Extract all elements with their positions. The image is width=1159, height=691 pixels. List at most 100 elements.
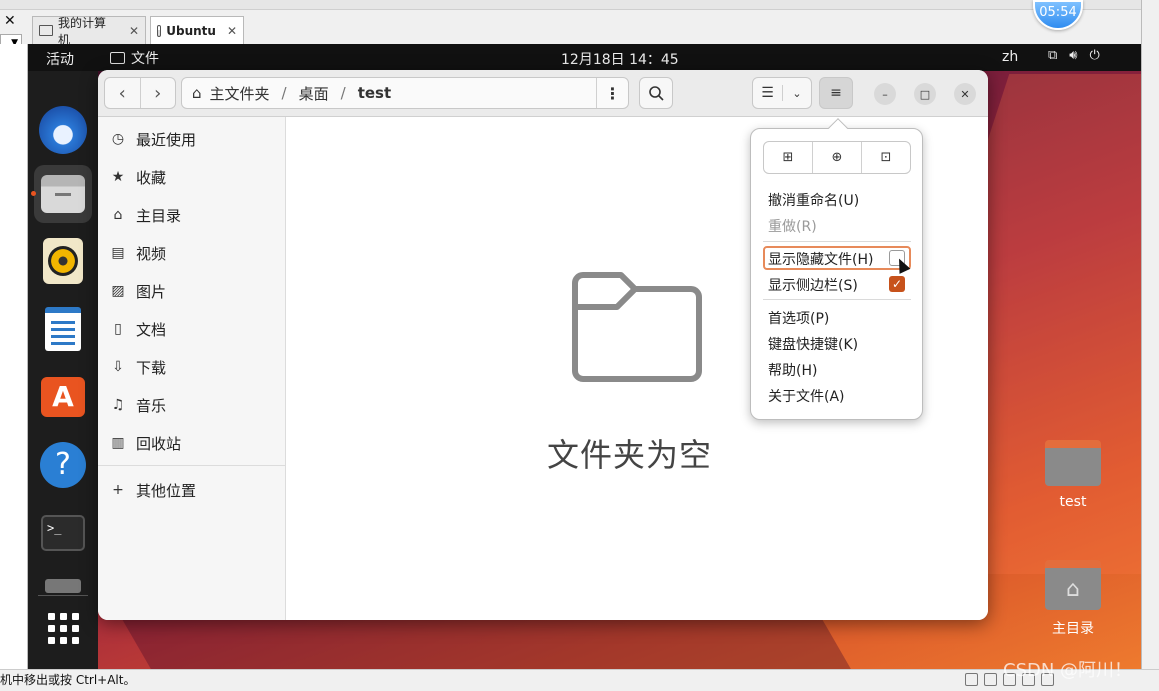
watermark: CSDN @阿川！ — [1003, 660, 1133, 681]
sidebar-item-label: 收藏 — [136, 168, 167, 187]
sidebar-item-label: 视频 — [136, 244, 167, 263]
dock-help[interactable]: ? — [34, 436, 92, 494]
path-bar[interactable]: ⌂ 主文件夹 / 桌面 / test ⋮ — [181, 77, 629, 109]
new-window-button[interactable]: ⊞ — [764, 142, 813, 173]
path-menu-button[interactable]: ⋮ — [596, 78, 628, 108]
host-close-button[interactable]: ✕ — [4, 13, 16, 29]
sidebar-item-documents[interactable]: ▯ 文档 — [110, 317, 166, 341]
menu-about[interactable]: 关于文件(A) — [768, 386, 845, 406]
menu-divider — [763, 241, 911, 242]
minimize-button[interactable]: – — [874, 83, 896, 105]
close-button[interactable]: ✕ — [954, 83, 976, 105]
app-center-icon: A — [41, 377, 85, 417]
new-tab-button[interactable]: ⊕ — [813, 142, 862, 173]
new-tab-icon: ⊕ — [831, 150, 843, 165]
help-icon: ? — [40, 442, 86, 488]
close-icon: ✕ — [960, 87, 970, 101]
menu-redo: 重做(R) — [768, 219, 817, 235]
path-separator: / — [281, 84, 287, 102]
dock-app-center[interactable]: A — [34, 368, 92, 426]
tab-label: Ubuntu — [166, 23, 216, 38]
sidebar-item-home[interactable]: ⌂ 主目录 — [110, 203, 181, 227]
menu-help[interactable]: 帮助(H) — [768, 360, 817, 380]
view-toggle[interactable]: ☰ ⌄ — [752, 77, 812, 109]
app-menu[interactable]: 文件 — [110, 48, 159, 68]
path-segment-desktop[interactable]: 桌面 — [299, 83, 329, 104]
maximize-button[interactable]: □ — [914, 83, 936, 105]
path-segment-home[interactable]: 主文件夹 — [210, 83, 270, 104]
path-segment-current[interactable]: test — [358, 84, 391, 102]
sidebar-item-label: 其他位置 — [136, 481, 197, 500]
sidebar-item-trash[interactable]: ▥ 回收站 — [110, 431, 181, 455]
nav-buttons: ‹ › — [104, 77, 176, 109]
disk-icon — [965, 673, 978, 686]
image-icon: ▨ — [111, 283, 125, 299]
host-status-bar: 机中移出或按 Ctrl+Alt。 — [0, 669, 1159, 691]
writer-icon — [45, 307, 81, 351]
tab-close-icon[interactable]: ✕ — [227, 24, 237, 38]
cd-icon — [984, 673, 997, 686]
menu-divider — [763, 299, 911, 300]
dock-terminal[interactable]: >_ — [34, 504, 92, 562]
dock-writer[interactable] — [34, 300, 92, 358]
tab-my-computer[interactable]: 我的计算机 ✕ — [32, 16, 146, 47]
folder-icon — [1045, 440, 1101, 486]
home-icon: ⌂ — [113, 207, 123, 223]
show-sidebar-checkbox[interactable]: ✓ — [889, 276, 905, 292]
host-scrollbar[interactable] — [1141, 0, 1159, 669]
home-icon: ⌂ — [192, 84, 202, 102]
sidebar-item-label: 下载 — [136, 358, 167, 377]
clock[interactable]: 12月18日 14：45 — [561, 49, 679, 69]
menu-preferences[interactable]: 首选项(P) — [768, 308, 829, 328]
new-folder-button[interactable]: ⊡ — [862, 142, 910, 173]
desktop-icon-test[interactable]: test — [1033, 440, 1113, 510]
menu-undo-rename[interactable]: 撤消重命名(U) — [768, 190, 859, 210]
dock-rhythmbox[interactable] — [34, 232, 92, 290]
app-name: 文件 — [131, 51, 159, 67]
screen: ✕ ▼ 我的计算机 ✕ Ubuntu ✕ 05:54 活动 文件 12月18日 … — [0, 0, 1159, 691]
sidebar-item-videos[interactable]: ▤ 视频 — [110, 241, 166, 265]
sidebar-item-label: 图片 — [136, 282, 167, 301]
menu-show-hidden-files[interactable]: 显示隐藏文件(H) — [768, 249, 873, 269]
activities-button[interactable]: 活动 — [46, 49, 74, 69]
sidebar-item-label: 最近使用 — [136, 130, 197, 149]
sidebar-item-downloads[interactable]: ⇩ 下载 — [110, 355, 166, 379]
dock-thunderbird[interactable] — [34, 101, 92, 159]
chevron-down-icon: ⌄ — [792, 86, 802, 100]
terminal-icon: >_ — [41, 515, 85, 551]
main-menu-button[interactable]: ≡ — [819, 77, 853, 109]
tab-close-icon[interactable]: ✕ — [129, 24, 139, 38]
clock-icon: ◷ — [111, 131, 125, 147]
sidebar-item-label: 主目录 — [136, 206, 182, 225]
search-button[interactable] — [639, 77, 673, 109]
menu-show-sidebar[interactable]: 显示侧边栏(S) — [768, 275, 858, 295]
trash-icon: ▥ — [111, 435, 125, 451]
menu-keyboard-shortcuts[interactable]: 键盘快捷键(K) — [768, 334, 858, 354]
dock-files[interactable] — [34, 165, 92, 223]
input-method[interactable]: zh — [1002, 49, 1018, 65]
running-indicator — [31, 191, 36, 196]
system-tray[interactable]: ⧉ 🔊︎ ⏻ — [1048, 48, 1100, 63]
show-apps-icon — [47, 612, 79, 644]
home-folder-icon: ⌂ — [1045, 560, 1101, 610]
files-window: ‹ › ⌂ 主文件夹 / 桌面 / test ⋮ ☰ ⌄ ≡ – □ ✕ ◷ 最… — [98, 70, 988, 620]
back-button[interactable]: ‹ — [105, 78, 141, 108]
sidebar-item-pictures[interactable]: ▨ 图片 — [110, 279, 166, 303]
vm-icon — [157, 24, 162, 37]
forward-button[interactable]: › — [141, 78, 176, 108]
files-icon — [41, 175, 85, 213]
document-icon: ▯ — [114, 321, 122, 337]
tab-ubuntu[interactable]: Ubuntu ✕ — [150, 16, 244, 44]
clock-badge: 05:54 — [1033, 0, 1083, 30]
video-icon: ▤ — [111, 245, 125, 261]
dock: A ? >_ — [28, 71, 98, 669]
sidebar-item-music[interactable]: ♫ 音乐 — [110, 393, 166, 417]
list-view-icon: ☰ — [753, 85, 783, 101]
sidebar-item-starred[interactable]: ★ 收藏 — [110, 165, 166, 189]
sidebar-item-other-locations[interactable]: + 其他位置 — [110, 478, 196, 502]
sidebar-item-recent[interactable]: ◷ 最近使用 — [110, 127, 196, 151]
desktop-icon-home[interactable]: ⌂ 主目录 — [1033, 560, 1113, 638]
show-apps-button[interactable] — [34, 599, 92, 657]
sidebar-item-label: 回收站 — [136, 434, 182, 453]
sidebar-item-label: 音乐 — [136, 396, 167, 415]
